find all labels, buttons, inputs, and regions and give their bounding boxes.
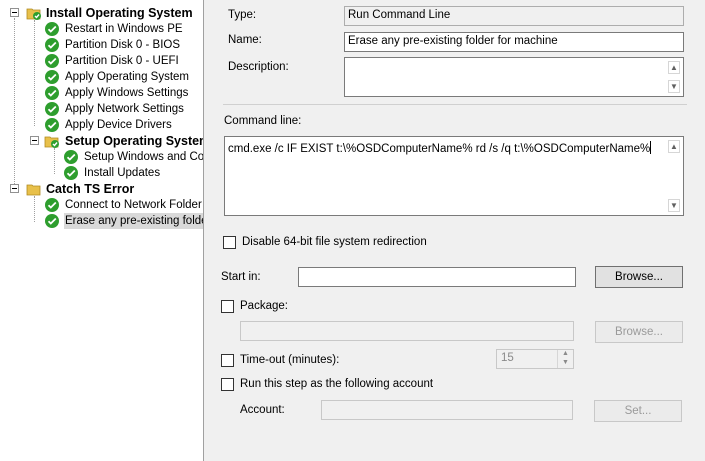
success-check-icon (45, 102, 59, 116)
tree-step-erase-pre-existing-folder[interactable]: Erase any pre-existing folder f (0, 213, 203, 229)
start-in-label: Start in: (221, 271, 261, 283)
type-label: Type: (228, 9, 257, 21)
name-input[interactable]: Erase any pre-existing folder for machin… (344, 32, 684, 52)
success-check-icon (45, 38, 59, 52)
set-account-button[interactable]: Set... (594, 400, 682, 422)
timeout-checkbox[interactable] (221, 354, 234, 367)
command-line-textarea[interactable]: cmd.exe /c IF EXIST t:\%OSDComputerName%… (224, 136, 684, 216)
timeout-label: Time-out (minutes): (240, 354, 340, 366)
success-check-icon (64, 150, 78, 164)
tree-group-setup-operating-system[interactable]: Setup Operating System (0, 133, 204, 149)
scroll-down-icon[interactable]: ▼ (668, 199, 680, 212)
package-label: Package: (240, 300, 288, 312)
tree-step-apply-network-settings[interactable]: Apply Network Settings (0, 101, 203, 117)
command-line-text: cmd.exe /c IF EXIST t:\%OSDComputerName%… (228, 143, 651, 155)
tree-label: Setup Operating System (65, 134, 204, 148)
account-label: Account: (240, 404, 285, 416)
tree-label: Setup Windows and Con (84, 151, 204, 163)
tree-label: Restart in Windows PE (65, 23, 183, 35)
tree-step-partition-disk-uefi[interactable]: Partition Disk 0 - UEFI (0, 53, 203, 69)
success-check-icon (45, 118, 59, 132)
tree-label: Catch TS Error (46, 182, 135, 196)
account-input[interactable] (321, 400, 573, 420)
tree-step-apply-operating-system[interactable]: Apply Operating System (0, 69, 203, 85)
tree-label: Install Updates (84, 167, 161, 179)
start-in-browse-button[interactable]: Browse... (595, 266, 683, 288)
success-check-icon (45, 22, 59, 36)
run-as-account-checkbox[interactable] (221, 378, 234, 391)
spin-down-icon[interactable]: ▼ (557, 359, 573, 368)
task-sequence-tree[interactable]: Install Operating System Restart in Wind… (0, 0, 204, 461)
package-browse-button[interactable]: Browse... (595, 321, 683, 343)
success-check-icon (64, 166, 78, 180)
spin-up-icon[interactable]: ▲ (557, 350, 573, 359)
tree-step-apply-device-drivers[interactable]: Apply Device Drivers (0, 117, 203, 133)
description-scrollbar[interactable]: ▲ ▼ (666, 59, 682, 95)
package-checkbox[interactable] (221, 300, 234, 313)
collapse-icon[interactable] (10, 184, 19, 193)
tree-group-install-operating-system[interactable]: Install Operating System (0, 5, 203, 21)
collapse-icon[interactable] (10, 8, 19, 17)
command-line-scrollbar[interactable]: ▲ ▼ (666, 138, 682, 214)
package-input[interactable] (240, 321, 574, 341)
success-check-icon (45, 54, 59, 68)
tree-group-catch-ts-error[interactable]: Catch TS Error (0, 181, 203, 197)
timeout-value: 15 (501, 352, 514, 364)
description-textarea[interactable]: ▲ ▼ (344, 57, 684, 97)
tree-label: Erase any pre-existing folder f (64, 213, 203, 229)
success-check-icon (45, 70, 59, 84)
success-check-icon (45, 214, 59, 228)
tree-label: Install Operating System (46, 6, 193, 20)
tree-label: Partition Disk 0 - UEFI (65, 55, 179, 67)
description-label: Description: (228, 61, 289, 73)
tree-label: Apply Device Drivers (65, 119, 172, 131)
tree-label: Connect to Network Folder (65, 199, 202, 211)
tree-step-connect-to-network-folder[interactable]: Connect to Network Folder (0, 197, 203, 213)
run-as-account-label: Run this step as the following account (240, 378, 434, 390)
disable-redirection-checkbox[interactable] (223, 236, 236, 249)
text-cursor (650, 141, 652, 154)
collapse-icon[interactable] (30, 136, 39, 145)
command-line-label: Command line: (224, 115, 302, 127)
start-in-input[interactable] (298, 267, 576, 287)
tree-label: Apply Operating System (65, 71, 190, 83)
disable-redirection-label: Disable 64-bit file system redirection (242, 236, 427, 248)
folder-check-icon (44, 136, 59, 148)
scroll-up-icon[interactable]: ▲ (668, 140, 680, 153)
step-properties-panel: Type: Run Command Line Name: Erase any p… (211, 0, 705, 461)
tree-step-apply-windows-settings[interactable]: Apply Windows Settings (0, 85, 203, 101)
type-field: Run Command Line (344, 6, 684, 26)
tree-step-install-updates[interactable]: Install Updates (0, 165, 203, 181)
tree-step-restart-in-windows-pe[interactable]: Restart in Windows PE (0, 21, 203, 37)
folder-icon (26, 184, 41, 196)
tree-label: Apply Windows Settings (65, 87, 189, 99)
tree-label: Partition Disk 0 - BIOS (65, 39, 181, 51)
scroll-up-icon[interactable]: ▲ (668, 61, 680, 74)
success-check-icon (45, 86, 59, 100)
tree-step-setup-windows-and-configmgr[interactable]: Setup Windows and Con (0, 149, 204, 165)
tree-label: Apply Network Settings (65, 103, 184, 115)
tree-step-partition-disk-bios[interactable]: Partition Disk 0 - BIOS (0, 37, 203, 53)
success-check-icon (45, 198, 59, 212)
folder-check-icon (26, 8, 41, 20)
timeout-spinner[interactable]: 15 ▲ ▼ (496, 349, 574, 369)
name-label: Name: (228, 34, 262, 46)
scroll-down-icon[interactable]: ▼ (668, 80, 680, 93)
divider (223, 104, 687, 105)
